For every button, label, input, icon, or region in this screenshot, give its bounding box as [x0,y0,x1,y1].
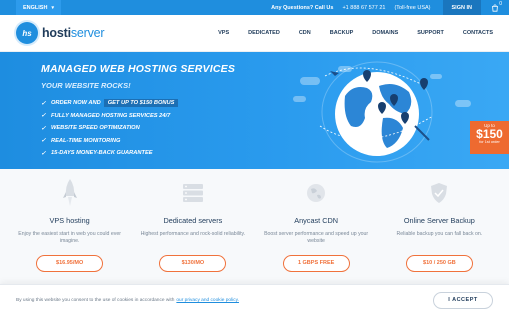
feature-title: Anycast CDN [294,216,339,225]
sign-in-button[interactable]: SIGN IN [442,0,481,15]
hero-bullet: ✓ 15-DAYS MONEY-BACK GUARANTEE [41,150,153,157]
cdn-price-button[interactable]: 1 GBPS FREE [282,255,350,272]
feature-description: Reliable backup you can fall back on. [396,231,483,237]
bonus-ribbon[interactable]: Up to $150 for 1st order [470,121,509,154]
nav-domains[interactable]: DOMAINS [372,30,398,36]
hero-bullets: ✓ ORDER NOW AND GET UP TO $150 BONUS ✓ FULL… [41,97,179,160]
logo[interactable]: hs hostiserver [16,22,105,44]
shield-icon [384,178,494,208]
hero-bullet: ✓ ORDER NOW AND GET UP TO $150 BONUS [41,97,179,110]
logo-text: hostiserver [42,26,105,40]
language-selector[interactable]: ENGLISH ▾ [16,0,61,15]
tollfree-label: (Toll-free USA) [394,4,431,11]
feature-description: Boost server performance and speed up yo… [264,231,369,244]
phone-number[interactable]: +1 888 67 577 21 [342,5,385,11]
features-section: VPS hosting Enjoy the easiest start in w… [0,169,509,284]
check-icon: ✓ [41,150,47,157]
hero-bullet: ✓ FULLY MANAGED HOSTING SERVICES 24/7 [41,112,171,120]
top-utility-bar: ENGLISH ▾ Any Questions? Call Us +1 888 … [0,0,509,15]
feature-description: Enjoy the easiest start in web you could… [18,231,121,244]
bonus-highlight: GET UP TO $150 BONUS [103,99,179,108]
contact-question: Any Questions? Call Us [271,4,334,11]
dedicated-price-button[interactable]: $130/MO [159,255,227,272]
backup-price-button[interactable]: $10 / 250 GB [405,255,473,272]
hero-banner: MANAGED WEB HOSTING SERVICES YOUR WEBSIT… [0,52,509,169]
nav-vps[interactable]: VPS [218,30,229,36]
cart-count-badge: 0 [499,1,502,7]
main-nav: VPS DEDICATED CDN BACKUP DOMAINS SUPPORT… [199,30,493,36]
chevron-down-icon: ▾ [51,4,54,11]
feature-backup: Online Server Backup Reliable backup you… [384,169,494,284]
cookie-text: By using this website you consent to the… [16,297,239,303]
check-icon: ✓ [41,113,47,120]
server-icon [138,178,248,208]
globe-icon [261,178,371,208]
nav-contacts[interactable]: CONTACTS [463,30,493,36]
cart-button[interactable]: 0 [481,0,509,15]
hero-bullet: ✓ REAL-TIME MONITORING [41,137,121,145]
hero-title: MANAGED WEB HOSTING SERVICES [41,63,236,75]
feature-dedicated: Dedicated servers Highest performance an… [138,169,248,284]
cart-icon [492,3,498,12]
feature-title: VPS hosting [49,216,90,225]
logo-mark: hs [16,22,38,44]
feature-title: Online Server Backup [403,216,475,225]
nav-dedicated[interactable]: DEDICATED [248,30,280,36]
feature-description: Highest performance and rock-solid relia… [140,231,246,237]
check-icon: ✓ [41,100,47,107]
main-header: hs hostiserver VPS DEDICATED CDN BACKUP … [0,15,509,52]
hero-bullet: ✓ WEBSITE SPEED OPTIMIZATION [41,125,140,132]
cloud-decoration [455,100,471,107]
check-icon: ✓ [41,125,47,132]
rocket-icon [15,178,125,208]
feature-title: Dedicated servers [163,216,223,225]
privacy-policy-link[interactable]: our privacy and cookie policy. [176,298,239,303]
nav-backup[interactable]: BACKUP [330,30,354,36]
accept-cookies-button[interactable]: I ACCEPT [433,291,493,309]
cookie-banner: By using this website you consent to the… [0,284,509,315]
check-icon: ✓ [41,138,47,145]
language-label: ENGLISH [23,4,48,11]
nav-cdn[interactable]: CDN [299,30,311,36]
hero-subtitle: YOUR WEBSITE ROCKS! [41,81,131,90]
globe-illustration [305,56,445,166]
feature-cdn: Anycast CDN Boost server performance and… [261,169,371,284]
nav-support[interactable]: SUPPORT [417,30,444,36]
feature-vps: VPS hosting Enjoy the easiest start in w… [15,169,125,284]
ribbon-amount: $150 [476,127,503,141]
vps-price-button[interactable]: $16.95/MO [36,255,104,272]
